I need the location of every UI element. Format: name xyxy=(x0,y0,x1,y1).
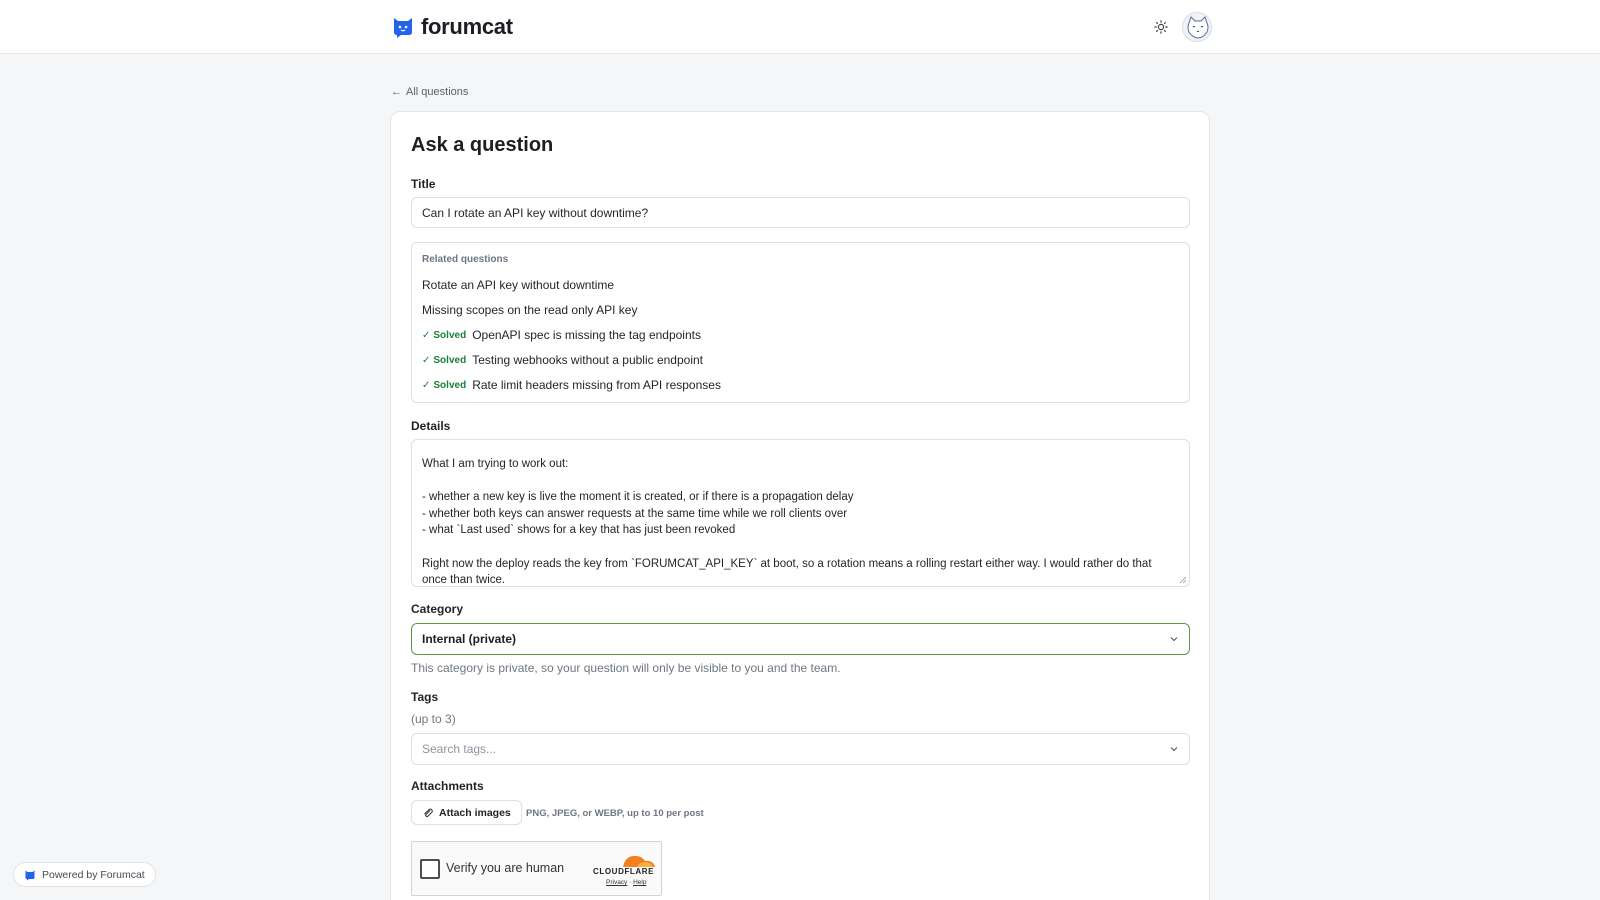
checkmark-icon: ✓ xyxy=(422,379,431,391)
captcha-widget: Verify you are human CLOUDFLARE Privacy … xyxy=(411,841,662,896)
page-title: Ask a question xyxy=(411,134,554,156)
cat-avatar-icon xyxy=(1187,16,1209,39)
back-link-label: All questions xyxy=(406,86,469,98)
details-label: Details xyxy=(411,419,451,433)
tags-label: Tags xyxy=(411,690,439,704)
details-line: Right now the deploy reads the key from … xyxy=(422,557,1152,587)
solved-badge: ✓ Solved xyxy=(422,355,466,366)
help-link[interactable]: Help xyxy=(633,879,646,886)
brand-name: forumcat xyxy=(421,14,513,39)
captcha-label: Verify you are human xyxy=(446,861,565,875)
related-question-item[interactable]: ✓ Solved Rate limit headers missing from… xyxy=(422,378,721,392)
attachments-label: Attachments xyxy=(411,779,484,793)
details-line xyxy=(422,539,1179,556)
details-line: - whether both keys can answer requests … xyxy=(422,507,848,520)
attach-button-label: Attach images xyxy=(439,806,511,819)
chevron-down-icon xyxy=(1170,747,1178,752)
related-question-title: Rotate an API key without downtime xyxy=(422,278,615,292)
solved-badge: ✓ Solved xyxy=(422,380,466,391)
theme-toggle-button[interactable] xyxy=(1150,16,1172,38)
related-question-item[interactable]: Missing scopes on the read only API key xyxy=(422,303,637,317)
resize-handle-icon[interactable] xyxy=(1179,576,1187,584)
brand-logo-link[interactable]: forumcat xyxy=(391,14,513,40)
forumcat-logo-icon xyxy=(25,870,35,880)
details-line: - whether a new key is live the moment i… xyxy=(422,491,854,504)
attach-images-button[interactable]: Attach images xyxy=(411,800,522,825)
related-question-title: OpenAPI spec is missing the tag endpoint… xyxy=(472,328,701,342)
tags-placeholder: Search tags... xyxy=(422,742,497,756)
related-question-item[interactable]: Rotate an API key without downtime xyxy=(422,278,614,292)
attachment-note: PNG, JPEG, or WEBP, up to 10 per post xyxy=(526,808,704,819)
chevron-down-icon xyxy=(1170,637,1178,642)
related-questions-label: Related questions xyxy=(422,254,509,265)
tags-hint: (up to 3) xyxy=(411,712,456,726)
privacy-link[interactable]: Privacy xyxy=(606,879,627,886)
details-line: What I am trying to work out: xyxy=(422,458,569,470)
user-avatar[interactable] xyxy=(1182,12,1212,42)
top-header: forumcat xyxy=(0,0,1600,54)
details-line xyxy=(422,473,1179,490)
solved-label: Solved xyxy=(433,329,467,341)
solved-label: Solved xyxy=(433,379,467,391)
solved-badge: ✓ Solved xyxy=(422,330,466,341)
powered-by-badge[interactable]: Powered by Forumcat xyxy=(13,862,156,887)
arrow-left-icon: ← xyxy=(391,86,402,98)
details-textarea[interactable]: What I am trying to work out: - whether … xyxy=(411,439,1190,587)
title-input[interactable]: Can I rotate an API key without downtime… xyxy=(411,197,1190,228)
category-select[interactable]: Internal (private) xyxy=(411,623,1190,655)
related-question-item[interactable]: ✓ Solved Testing webhooks without a publ… xyxy=(422,353,703,367)
paperclip-icon xyxy=(424,808,433,818)
solved-label: Solved xyxy=(433,354,467,366)
category-helper-text: This category is private, so your questi… xyxy=(411,661,841,675)
related-question-title: Missing scopes on the read only API key xyxy=(422,303,638,317)
checkmark-icon: ✓ xyxy=(422,329,431,341)
title-label: Title xyxy=(411,177,436,191)
cloudflare-wordmark: CLOUDFLARE xyxy=(593,867,655,876)
category-label: Category xyxy=(411,602,464,616)
category-selected-value: Internal (private) xyxy=(422,632,517,646)
ask-question-card: Ask a question Title Can I rotate an API… xyxy=(390,111,1210,900)
related-questions-panel: Related questions Rotate an API key with… xyxy=(411,242,1190,403)
details-line: - what `Last used` shows for a key that … xyxy=(422,524,736,537)
powered-by-label: Powered by Forumcat xyxy=(42,868,145,881)
related-question-item[interactable]: ✓ Solved OpenAPI spec is missing the tag… xyxy=(422,328,701,342)
checkmark-icon: ✓ xyxy=(422,354,431,366)
captcha-checkbox[interactable] xyxy=(420,859,440,879)
captcha-links: Privacy · Help xyxy=(606,879,647,886)
forumcat-logo-icon xyxy=(394,18,412,38)
related-question-title: Testing webhooks without a public endpoi… xyxy=(472,353,704,367)
related-question-title: Rate limit headers missing from API resp… xyxy=(472,378,721,392)
sun-icon xyxy=(1154,20,1168,34)
tags-search-input[interactable]: Search tags... xyxy=(411,733,1190,765)
back-to-questions-link[interactable]: ← All questions xyxy=(391,86,468,98)
